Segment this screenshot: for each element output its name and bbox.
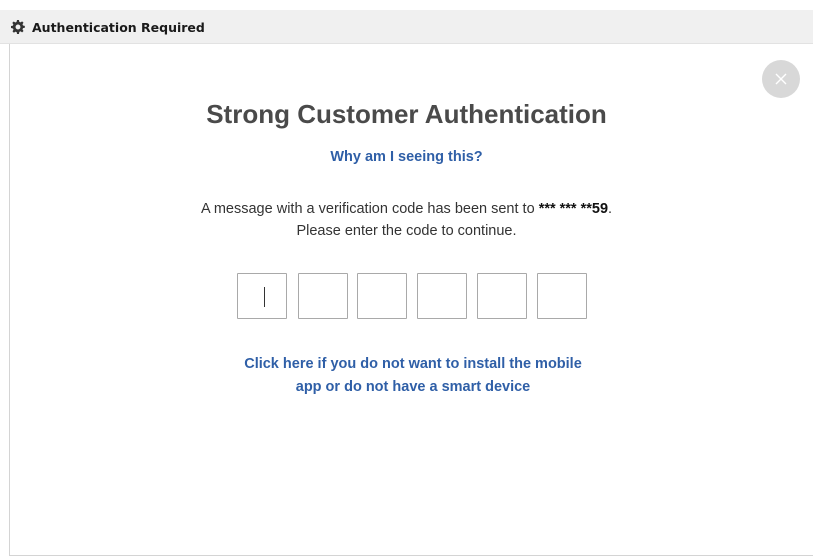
close-icon <box>775 73 787 85</box>
window-title: Authentication Required <box>32 20 205 35</box>
code-digit-1-input[interactable] <box>237 273 287 319</box>
page-title: Strong Customer Authentication <box>206 99 607 129</box>
close-button[interactable] <box>762 60 800 98</box>
message-suffix: . <box>608 201 613 217</box>
message-line-1: A message with a verification code has b… <box>0 198 813 220</box>
code-digit-3-input[interactable] <box>357 273 407 319</box>
masked-phone-number: *** *** **59 <box>538 201 609 217</box>
verification-code-inputs <box>237 273 597 321</box>
gear-icon <box>11 20 25 34</box>
message-line-2: Please enter the code to continue. <box>296 223 517 239</box>
code-digit-4-input[interactable] <box>417 273 467 319</box>
alt-link-line-2[interactable]: app or do not have a smart device <box>0 376 813 399</box>
authentication-window: Authentication Required Strong Customer … <box>0 0 813 556</box>
title-bar: Authentication Required <box>0 10 813 44</box>
verification-message: A message with a verification code has b… <box>0 198 813 242</box>
code-digit-2-input[interactable] <box>298 273 348 319</box>
alt-link-line-1[interactable]: Click here if you do not want to install… <box>0 353 813 376</box>
message-prefix: A message with a verification code has b… <box>200 201 539 217</box>
why-seeing-this-link[interactable]: Why am I seeing this? <box>0 148 813 166</box>
code-digit-6-input[interactable] <box>537 273 587 319</box>
no-smart-device-link[interactable]: Click here if you do not want to install… <box>0 353 813 399</box>
code-digit-5-input[interactable] <box>477 273 527 319</box>
